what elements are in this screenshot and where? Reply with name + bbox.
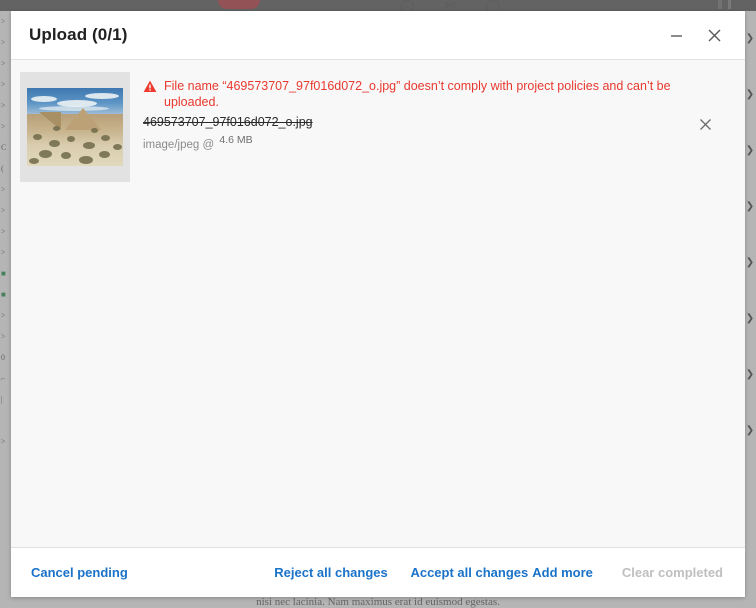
toolbar-tick-secondary-icon — [728, 0, 731, 9]
thumbnail-shrub — [67, 136, 75, 142]
warning-triangle-icon — [143, 80, 157, 92]
upload-list[interactable]: File name “469573707_97f016d072_o.jpg” d… — [11, 60, 745, 547]
circle-outline-icon: ◯ — [485, 0, 501, 13]
accept-all-changes-button[interactable]: Accept all changes — [408, 559, 530, 586]
thumbnail-shrub — [29, 158, 39, 164]
thumbnail-shrub — [113, 144, 122, 150]
thumbnail-shrub — [53, 126, 60, 131]
thumbnail-peak — [65, 108, 101, 130]
toolbar-tick-icon — [718, 0, 722, 9]
thumbnail-shrub — [79, 156, 93, 164]
thumbnail-shrub — [49, 140, 60, 147]
add-more-button[interactable]: Add more — [530, 559, 595, 586]
close-icon — [708, 29, 720, 41]
reject-all-changes-button[interactable]: Reject all changes — [272, 559, 389, 586]
thumbnail-container — [20, 72, 130, 182]
file-error: File name “469573707_97f016d072_o.jpg” d… — [143, 78, 687, 110]
file-error-message: File name “469573707_97f016d072_o.jpg” d… — [164, 79, 671, 109]
dialog-footer: Cancel pending Reject all changes Accept… — [11, 547, 745, 597]
dismiss-file-button[interactable] — [687, 106, 723, 142]
thumbnail-shrub — [33, 134, 42, 140]
thumbnail-cloud — [85, 93, 119, 99]
file-name: 469573707_97f016d072_o.jpg — [143, 115, 313, 129]
thumbnail-shrub — [99, 151, 110, 158]
cancel-pending-button[interactable]: Cancel pending — [29, 559, 130, 586]
file-meta-separator: @ — [202, 139, 215, 151]
thumbnail-shrub — [101, 135, 110, 141]
clear-completed-button[interactable]: Clear completed — [620, 559, 725, 586]
thumbnail-shrub — [83, 142, 95, 149]
thumbnail-cloud — [31, 96, 57, 102]
background-toolbar: ◯ ✄ ◯ — [0, 0, 756, 13]
background-toolbar-icons: ◯ ✄ ◯ — [400, 0, 501, 13]
close-button[interactable] — [695, 16, 733, 54]
thumbnail-shrub — [61, 152, 71, 159]
background-toolbar-accent — [218, 0, 260, 9]
file-details: File name “469573707_97f016d072_o.jpg” d… — [143, 72, 687, 154]
dialog-title: Upload (0/1) — [29, 25, 128, 44]
scissors-icon: ✄ — [444, 0, 456, 13]
dialog-header: Upload (0/1) — [11, 11, 745, 60]
background-right-margin: ❯ ❯ ❯ ❯ ❯ ❯ ❯ ❯ — [744, 11, 756, 608]
upload-dialog: Upload (0/1) File name “469573707_97f016… — [11, 11, 745, 597]
file-mime-type: image/jpeg — [143, 139, 200, 151]
minimize-button[interactable] — [657, 16, 695, 54]
thumbnail-shrub — [91, 128, 98, 133]
file-meta: image/jpeg @ 4.6 MB — [143, 132, 687, 154]
file-size: 4.6 MB — [219, 134, 253, 146]
thumbnail-shrub — [39, 150, 52, 158]
upload-item: File name “469573707_97f016d072_o.jpg” d… — [11, 60, 745, 194]
file-thumbnail — [27, 88, 123, 166]
close-icon — [699, 118, 711, 130]
circle-icon: ◯ — [400, 0, 415, 13]
minimize-icon — [670, 34, 682, 37]
